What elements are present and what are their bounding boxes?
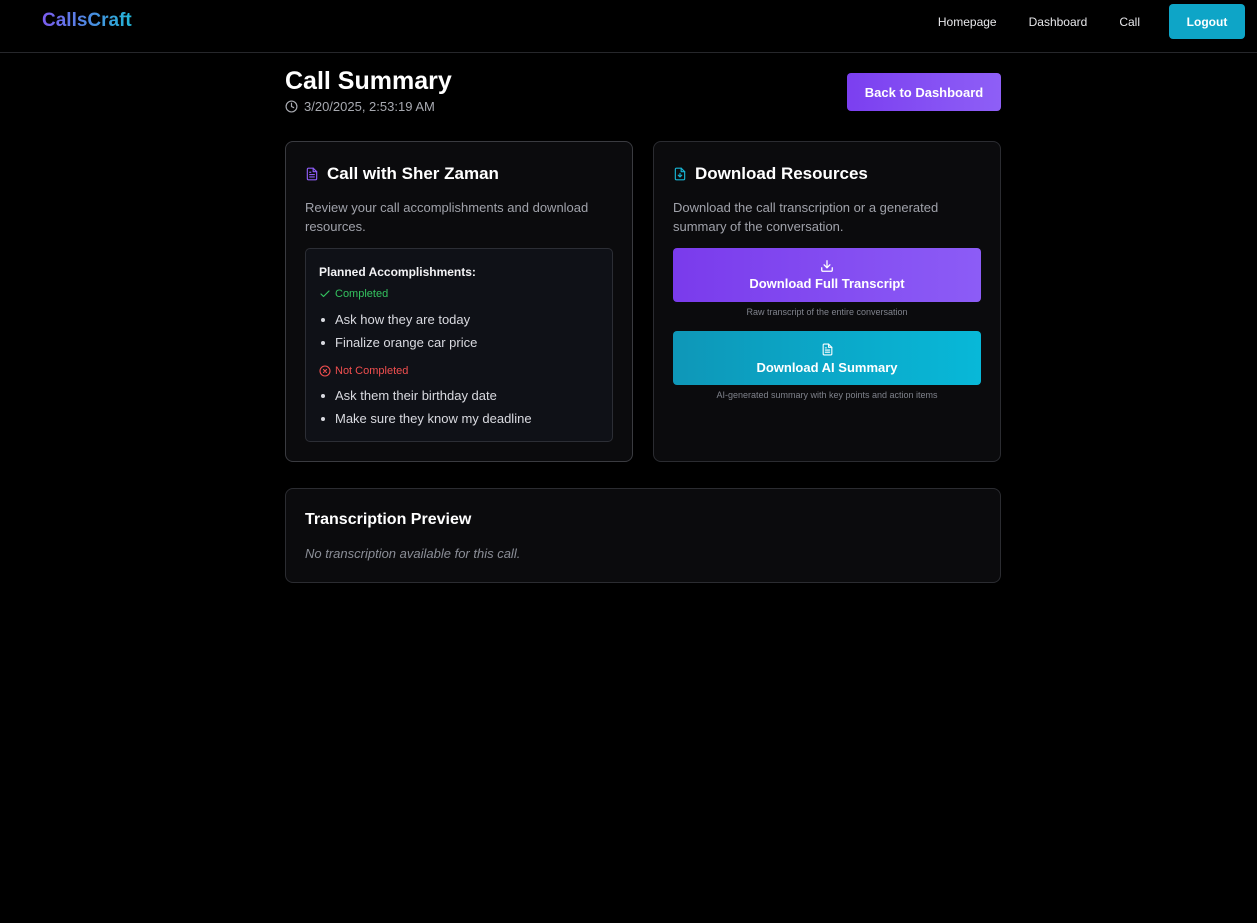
summary-caption: AI-generated summary with key points and… bbox=[716, 390, 938, 400]
download-icon bbox=[821, 260, 833, 272]
list-item: Finalize orange car price bbox=[319, 332, 477, 355]
completed-label: Completed bbox=[319, 288, 388, 300]
transcription-preview-card: Transcription Preview No transcription a… bbox=[285, 488, 1001, 583]
transcription-preview-title: Transcription Preview bbox=[305, 511, 472, 528]
check-icon bbox=[320, 290, 330, 298]
call-card-title: Call with Sher Zaman bbox=[305, 164, 499, 184]
file-download-icon bbox=[674, 167, 686, 181]
download-ai-summary-label: Download AI Summary bbox=[756, 359, 898, 375]
downloads-card-title: Download Resources bbox=[673, 164, 868, 184]
not-completed-list: Ask them their birthday date Make sure t… bbox=[319, 385, 532, 430]
not-completed-label-text: Not Completed bbox=[335, 365, 409, 377]
clock-icon bbox=[285, 100, 298, 113]
not-completed-label: Not Completed bbox=[319, 365, 408, 377]
call-card-title-text: Call with Sher Zaman bbox=[327, 164, 499, 183]
call-summary-card: Call with Sher Zaman Review your call ac… bbox=[285, 141, 633, 462]
brand-logo[interactable]: CallsCraft bbox=[42, 10, 132, 32]
file-text-icon bbox=[822, 343, 832, 355]
accomplishments-box: Planned Accomplishments: Completed Ask h… bbox=[305, 248, 613, 442]
nav-link-call[interactable]: Call bbox=[1119, 5, 1140, 39]
top-navbar: CallsCraft Homepage Dashboard Call Logou… bbox=[0, 0, 1257, 53]
transcript-caption: Raw transcript of the entire conversatio… bbox=[746, 307, 908, 317]
document-icon bbox=[306, 167, 318, 181]
call-timestamp: 3/20/2025, 2:53:19 AM bbox=[285, 99, 435, 114]
transcription-empty-message: No transcription available for this call… bbox=[305, 546, 521, 561]
timestamp-text: 3/20/2025, 2:53:19 AM bbox=[304, 99, 435, 114]
list-item: Ask how they are today bbox=[319, 309, 477, 332]
list-item: Make sure they know my deadline bbox=[319, 408, 532, 431]
back-to-dashboard-button[interactable]: Back to Dashboard bbox=[847, 73, 1001, 111]
downloads-card-description: Download the call transcription or a gen… bbox=[673, 200, 939, 234]
call-card-description: Review your call accomplishments and dow… bbox=[305, 200, 589, 234]
download-transcript-button[interactable]: Download Full Transcript bbox=[673, 248, 981, 302]
completed-list: Ask how they are today Finalize orange c… bbox=[319, 309, 477, 354]
completed-label-text: Completed bbox=[335, 288, 389, 300]
downloads-card-title-text: Download Resources bbox=[695, 164, 868, 183]
nav-link-dashboard[interactable]: Dashboard bbox=[1029, 5, 1088, 39]
planned-accomplishments-title: Planned Accomplishments: bbox=[319, 265, 476, 279]
logout-button[interactable]: Logout bbox=[1169, 4, 1245, 39]
nav-links: Homepage Dashboard Call Logout bbox=[938, 4, 1245, 39]
download-transcript-label: Download Full Transcript bbox=[749, 276, 905, 291]
page-title: Call Summary bbox=[285, 67, 452, 95]
download-ai-summary-button[interactable]: Download AI Summary bbox=[673, 331, 981, 385]
x-circle-icon bbox=[319, 365, 331, 377]
download-resources-card: Download Resources Download the call tra… bbox=[653, 141, 1001, 462]
nav-link-homepage[interactable]: Homepage bbox=[938, 5, 997, 39]
list-item: Ask them their birthday date bbox=[319, 385, 532, 408]
